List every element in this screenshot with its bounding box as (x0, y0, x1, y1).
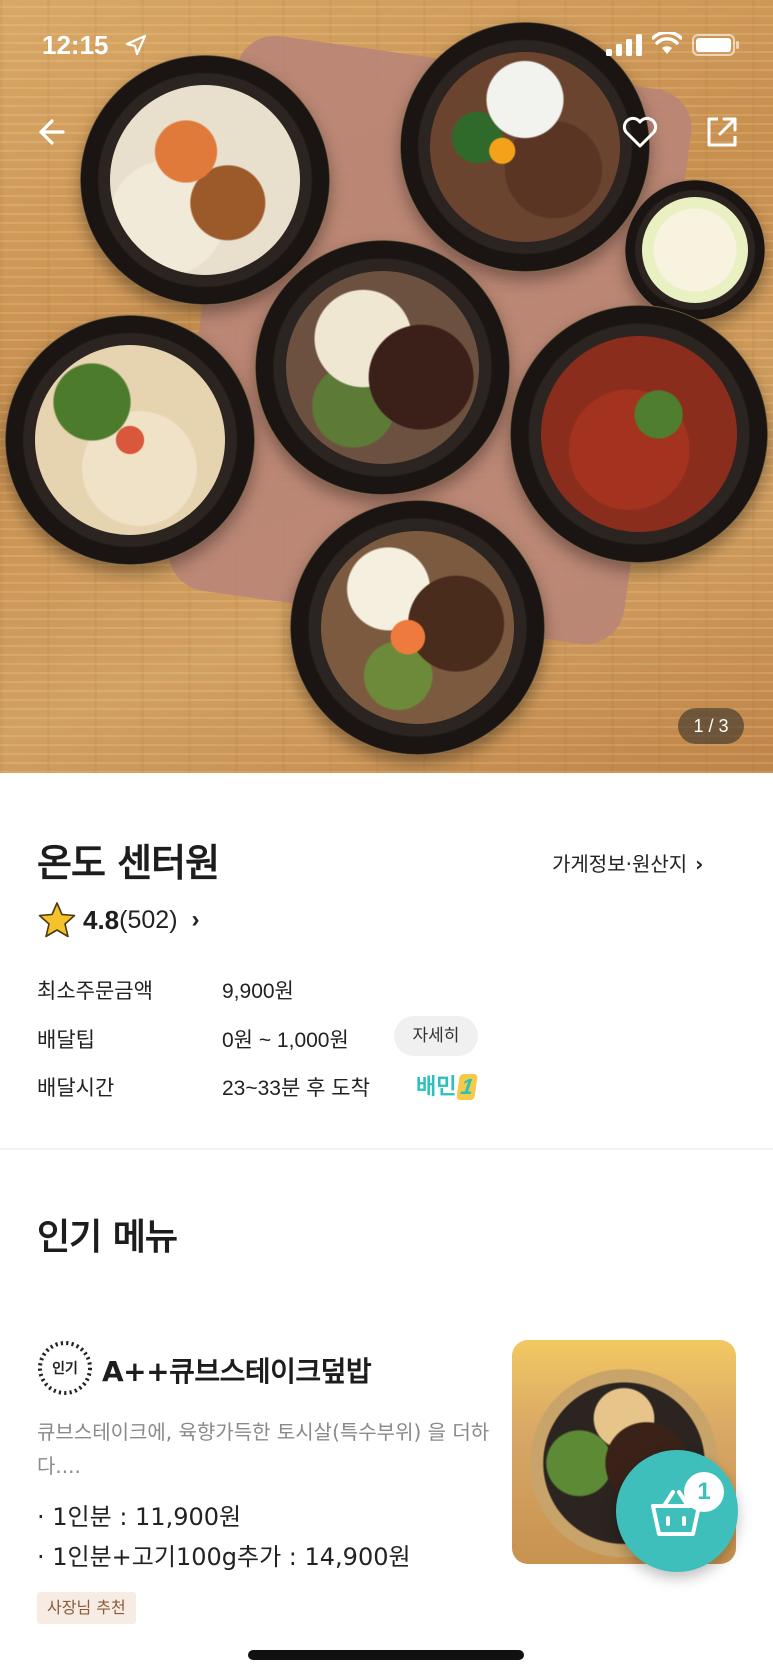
cart-count-badge: 1 (684, 1472, 724, 1512)
battery-icon (692, 34, 739, 56)
cart-button[interactable]: 1 (616, 1450, 738, 1572)
star-icon (38, 902, 76, 938)
cellular-signal-icon (606, 34, 642, 56)
food-bowl (255, 240, 510, 495)
delivery-tip-detail-button[interactable]: 자세히 (394, 1016, 478, 1056)
rating-score: 4.8 (83, 904, 120, 935)
heart-favorite-icon[interactable] (620, 112, 660, 152)
status-bar: 12:15 (0, 0, 773, 90)
min-order-value: 9,900원 (222, 980, 294, 1003)
image-page-counter: 1 / 3 (678, 708, 744, 744)
popular-menu-title: 인기 메뉴 (37, 1217, 178, 1258)
owner-recommend-tag: 사장님 추천 (37, 1592, 136, 1624)
menu-item-price: · 1인분 : 11,900원 (37, 1503, 242, 1531)
menu-item-description: 큐브스테이크에, 육향가득한 토시살(특수부위) 을 더하다.... (37, 1420, 490, 1478)
review-count: (502) (119, 905, 178, 934)
chevron-right-icon: › (695, 852, 704, 876)
home-indicator[interactable] (248, 1650, 524, 1660)
food-bowl (5, 315, 255, 565)
popular-badge: 인기 (37, 1340, 93, 1396)
baemin-one-badge: 배민 1 (416, 1069, 479, 1101)
status-time: 12:15 (42, 30, 109, 60)
menu-item-price: · 1인분+고기100g추가 : 14,900원 (37, 1543, 411, 1571)
min-order-label: 최소주문금액 (37, 979, 153, 1003)
store-info-origin-link[interactable]: 가게정보·원산지 › (552, 848, 703, 877)
delivery-tip-value: 0원 ~ 1,000원 (222, 1029, 349, 1052)
popular-badge-label: 인기 (52, 1361, 78, 1377)
chevron-right-icon: › (191, 906, 200, 933)
food-bowl (625, 180, 765, 320)
rating-row[interactable]: 4.8 (502) › (37, 900, 200, 940)
back-arrow-icon[interactable] (30, 112, 70, 152)
delivery-time-value: 23~33분 후 도착 (222, 1077, 370, 1100)
baemin-badge-text: 배민 (416, 1074, 457, 1099)
menu-item-name: A++큐브스테이크덮밥 (102, 1355, 372, 1388)
store-name: 온도 센터원 (37, 841, 220, 885)
delivery-tip-label: 배달팁 (37, 1028, 95, 1052)
baemin-badge-number: 1 (456, 1074, 479, 1100)
food-bowl (80, 55, 330, 305)
section-divider (0, 1148, 773, 1150)
location-arrow-icon (125, 34, 147, 56)
share-icon[interactable] (702, 112, 742, 152)
store-info-link-label: 가게정보·원산지 (552, 852, 688, 876)
wifi-icon (652, 32, 682, 54)
store-hero-image[interactable]: 12:15 1 / 3 (0, 0, 773, 773)
food-bowl (290, 500, 545, 755)
delivery-time-label: 배달시간 (37, 1076, 115, 1100)
food-bowl (510, 305, 768, 563)
